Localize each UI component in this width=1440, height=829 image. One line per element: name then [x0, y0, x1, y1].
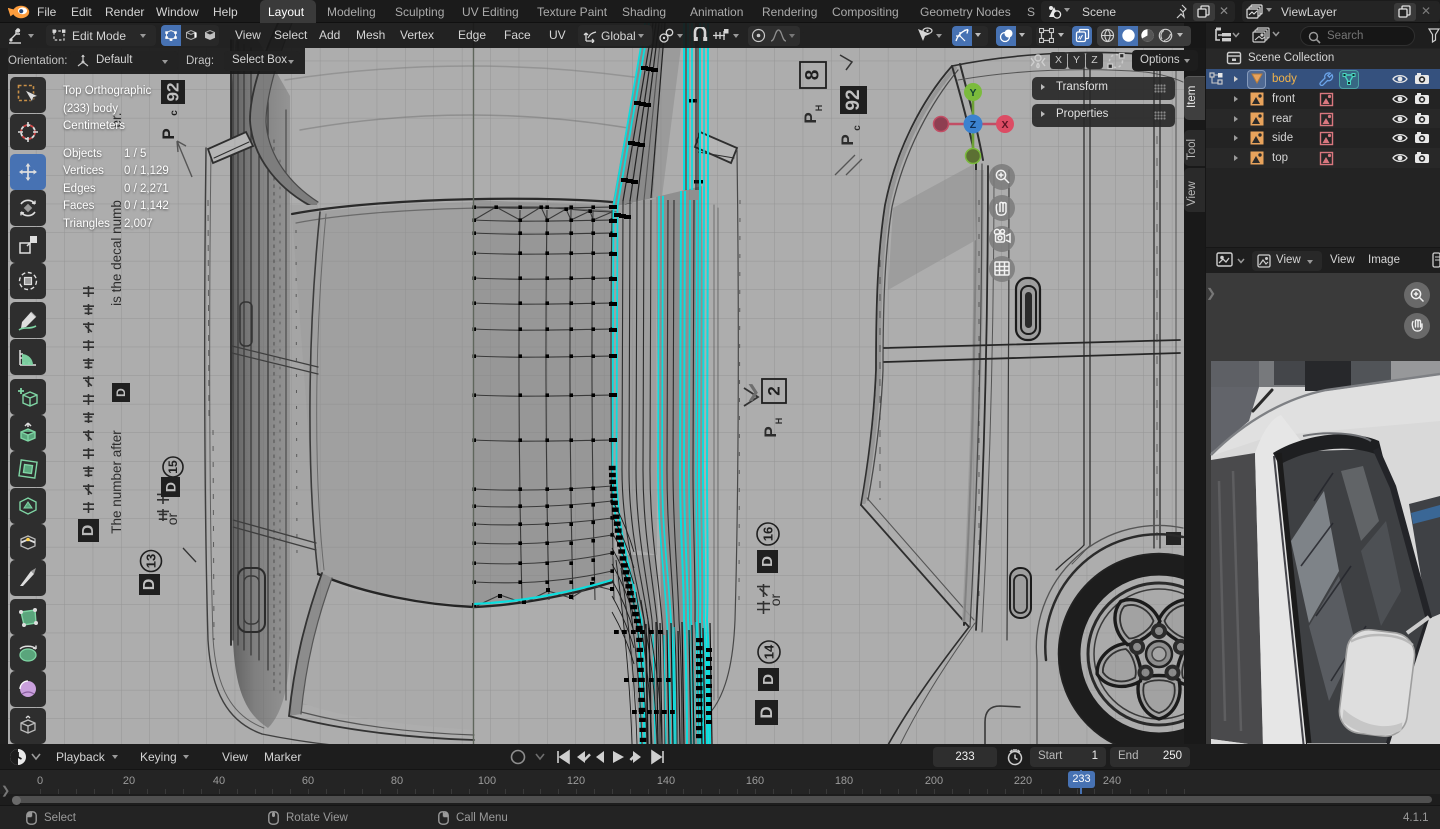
svg-text:Y: Y: [969, 87, 976, 99]
svg-text:Z: Z: [970, 119, 977, 131]
svg-text:X: X: [1001, 119, 1008, 131]
